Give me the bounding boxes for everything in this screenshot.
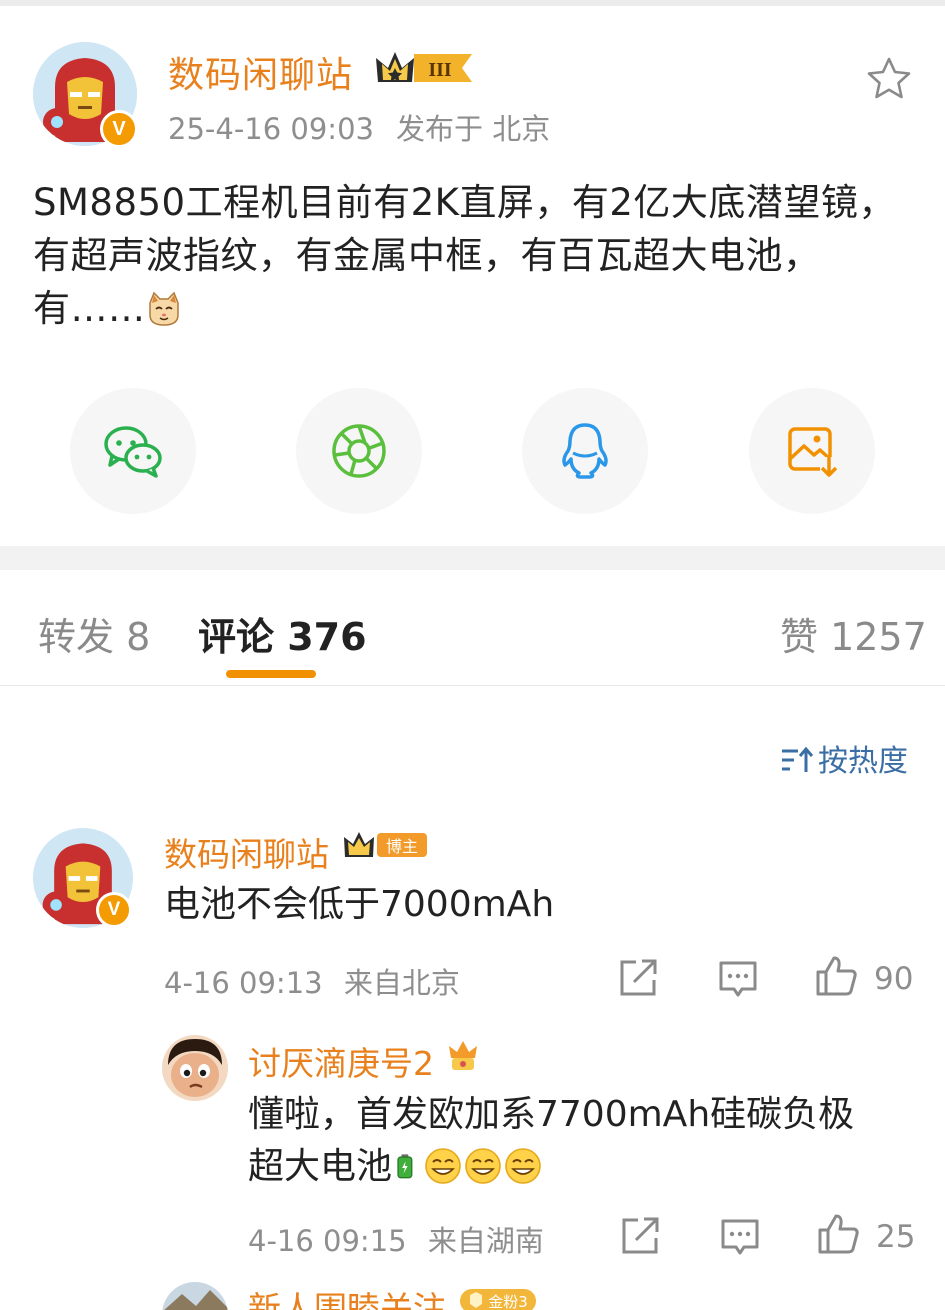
post-timestamp: 25-4-16 09:03 [168,112,374,146]
section-divider [0,546,945,570]
reply-author-name[interactable]: 新人围睦关注 [248,1282,446,1310]
cat-face-emoji-icon [148,291,179,326]
cartoon-kid-avatar-image [162,1035,228,1101]
favorite-star-icon[interactable] [865,55,913,103]
post-body: SM8850工程机目前有2K直屏，有2亿大底潜望镜，有超声波指纹，有金属中框，有… [33,176,918,335]
active-tab-indicator [226,670,316,678]
post-meta: 25-4-16 09:03 发布于 北京 [168,106,550,148]
moments-icon [332,424,386,478]
repost-icon[interactable] [618,1214,662,1258]
reply-text-line1: 懂啦，首发欧加系7700mAh硅碳负极 [248,1094,855,1135]
blogger-badge-icon: 博主 [344,832,427,857]
post-location: 发布于 北京 [395,112,551,146]
save-image-icon [788,427,838,477]
tab-comments[interactable]: 评论 376 [198,606,367,661]
svg-text:博主: 博主 [386,837,418,856]
reply-author-avatar[interactable] [162,1035,228,1101]
tab-divider [0,685,945,686]
reply-meta: 4-16 09:15 来自湖南 [248,1218,544,1260]
like-thumb-icon[interactable] [814,954,858,998]
repost-icon[interactable] [616,956,660,1000]
verified-v-icon: V [100,110,138,148]
wechat-icon [104,426,162,478]
top-divider [0,0,945,6]
sort-by-hot-button[interactable]: 按热度 [780,736,908,780]
reply-author-name[interactable]: 讨厌滴庚号2 [248,1037,434,1085]
comment-icon[interactable] [716,956,760,1000]
share-qq-button[interactable] [522,388,648,514]
verified-v-icon: V [96,892,132,928]
save-image-button[interactable] [749,388,875,514]
comment-author-name[interactable]: 数码闲聊站 [164,828,329,876]
sort-label: 按热度 [818,744,908,779]
reply-location: 来自湖南 [427,1224,544,1258]
grin-emoji-icon [465,1148,501,1184]
comment-icon[interactable] [718,1214,762,1258]
crown-level-badge-icon: III [376,52,472,82]
grin-emoji-icon [505,1148,541,1184]
sort-icon [782,746,814,772]
landscape-avatar-image [162,1282,228,1310]
svg-text:III: III [428,59,452,81]
reply-text-line2-text: 超大电池 [248,1146,393,1187]
post-author-name[interactable]: 数码闲聊站 [168,46,353,98]
comment-location: 来自北京 [343,966,460,1000]
comment-text: 电池不会低于7000mAh [164,884,555,925]
fan-medal-icon [449,1041,477,1070]
reply-text-line2: 超大电池 [248,1140,542,1193]
comment-meta: 4-16 09:13 来自北京 [164,960,460,1002]
share-moments-button[interactable] [296,388,422,514]
tab-repost[interactable]: 转发 8 [38,606,150,661]
share-row [0,388,945,514]
qq-icon [562,423,608,479]
gold-fan-badge-icon: 金粉3 [460,1289,536,1310]
like-count: 90 [874,961,914,997]
tab-likes[interactable]: 赞 1257 [780,606,927,661]
comment-time: 4-16 09:13 [164,966,323,1000]
share-wechat-button[interactable] [70,388,196,514]
battery-emoji-icon [397,1154,413,1179]
reply-time: 4-16 09:15 [248,1224,407,1258]
reply-author-avatar[interactable] [162,1282,228,1310]
svg-text:金粉3: 金粉3 [488,1293,528,1310]
grin-emoji-icon [425,1148,461,1184]
like-count: 25 [876,1219,916,1255]
like-thumb-icon[interactable] [816,1212,860,1256]
